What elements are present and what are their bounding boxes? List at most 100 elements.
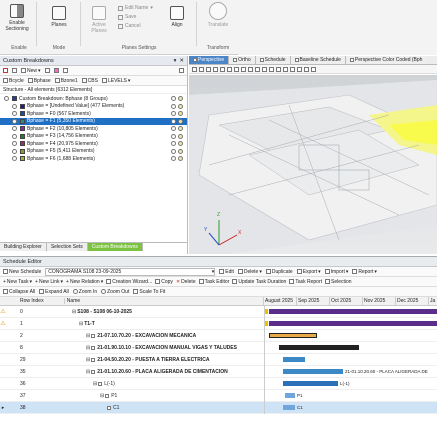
collapse-toggle-icon[interactable]: ⊟ — [79, 321, 83, 327]
info-icon[interactable] — [178, 126, 183, 132]
tab-schedule[interactable]: Schedule — [255, 56, 291, 64]
info-icon[interactable] — [178, 133, 183, 139]
gantt-bar[interactable] — [283, 404, 295, 410]
copy-button[interactable]: Copy — [155, 279, 173, 285]
tree-item[interactable]: Bphase = F2 (10,805 Elements) — [0, 125, 187, 133]
tab-baseline-schedule[interactable]: Baseline Schedule — [290, 56, 346, 64]
tab-selection-sets[interactable]: Selection Sets — [46, 243, 88, 251]
translate-button[interactable]: Translate — [203, 2, 233, 28]
collapse-toggle-icon[interactable]: ⊟ — [93, 381, 97, 387]
planes-button[interactable]: Planes — [46, 6, 72, 28]
color-icon[interactable] — [269, 66, 274, 72]
import-button[interactable]: Import ▾ — [324, 269, 348, 275]
gantt-bar[interactable] — [269, 332, 317, 338]
update-task-duration-button[interactable]: Update Task Duration — [232, 279, 286, 285]
lock-icon[interactable] — [171, 118, 176, 124]
settings-icon[interactable] — [297, 66, 302, 72]
info-icon[interactable] — [178, 96, 183, 102]
info-icon[interactable] — [178, 103, 183, 109]
column-header-row-index[interactable]: Row Index — [6, 298, 64, 304]
breakdown-tab-bphase[interactable]: Bphase — [27, 78, 51, 84]
color-swatch[interactable] — [20, 103, 25, 109]
visibility-icon[interactable] — [12, 141, 17, 147]
collapse-toggle-icon[interactable]: ⊟ — [86, 345, 90, 351]
new-schedule-button[interactable]: New Schedule — [3, 269, 41, 275]
gantt-bar[interactable] — [269, 320, 437, 326]
task-editor-button[interactable]: Task Editor — [198, 279, 229, 285]
collapse-toggle-icon[interactable]: ⊟ — [72, 309, 76, 315]
tree-item[interactable]: Bphase = F4 (20,975 Elements) — [0, 140, 187, 148]
new-task-button[interactable]: + New Task ▾ — [3, 279, 32, 285]
collapse-toggle-icon[interactable]: ⊟ — [86, 333, 90, 339]
info-icon[interactable] — [178, 156, 183, 162]
enable-sectioning-button[interactable]: Enable Sectioning — [4, 4, 30, 32]
color-swatch[interactable] — [20, 126, 25, 132]
gantt-bar[interactable] — [283, 368, 343, 374]
breakdown-tab-bcycle[interactable]: Bcycle — [3, 78, 24, 84]
walk-icon[interactable] — [241, 66, 246, 72]
gantt-bar[interactable] — [265, 320, 268, 326]
tree-item[interactable]: Bphase = F1 (5,350 Elements) — [0, 117, 187, 125]
pin-icon[interactable]: ▾ — [174, 58, 177, 64]
tree-item[interactable]: Bphase = F5 (5,411 Elements) — [0, 148, 187, 156]
table-row[interactable]: ⚠ 0 ⊟ S108 - S108 06-10-2025 — [0, 305, 437, 318]
info-icon[interactable] — [178, 111, 183, 117]
lock-icon[interactable] — [171, 126, 176, 132]
new-breakdown-button[interactable]: New ▾ — [21, 68, 41, 74]
measure-icon[interactable] — [276, 66, 281, 72]
rotate-icon[interactable] — [227, 66, 232, 72]
scale-to-fit-button[interactable]: Scale To Fit — [133, 289, 165, 295]
duplicate-schedule-button[interactable]: Duplicate — [265, 269, 293, 275]
lock-icon[interactable] — [171, 96, 176, 102]
report-button[interactable]: Report ▾ — [352, 269, 377, 275]
table-row[interactable]: 29 ⊟ 21-04.50.20.20 - PUESTA A TIERRA ELEC… — [0, 353, 437, 366]
tab-custom-breakdowns[interactable]: Custom Breakdowns — [87, 243, 143, 251]
visibility-icon[interactable] — [12, 111, 17, 117]
table-row[interactable]: 8 ⊟ 21-01.90.10.10 - EXCAVACION MANUAL VIG… — [0, 341, 437, 354]
section-icon[interactable] — [283, 66, 288, 72]
table-row[interactable]: 35 ⊟ 21-01.10.20.60 - PLACA ALIGERADA DE C… — [0, 365, 437, 378]
expand-all-button[interactable]: Expand All — [39, 289, 69, 295]
active-planes-button[interactable]: Active Planes — [86, 6, 112, 34]
schedule-select[interactable]: CONOGRAMA S108 23-09-2025 ▾ — [45, 267, 216, 276]
lock-icon[interactable] — [171, 111, 176, 117]
home-icon[interactable] — [255, 66, 260, 72]
lock-icon[interactable] — [171, 103, 176, 109]
info-icon[interactable] — [178, 148, 183, 154]
collapse-toggle-icon[interactable]: ⊟ — [86, 357, 90, 363]
tree-item[interactable]: Custom Breakdown: Bphase (8 Groups) — [0, 95, 187, 103]
edit-schedule-button[interactable]: Edit — [219, 269, 234, 275]
tree-item[interactable]: Bphase = F0 (567 Elements) — [0, 110, 187, 118]
tab-perspective-color-coded[interactable]: Perspective Color Coded (Bph — [345, 56, 427, 64]
selection-button[interactable]: Selection — [325, 279, 352, 285]
collapse-all-button[interactable]: Collapse All — [3, 289, 35, 295]
table-row[interactable]: 2 ⊟ 21-07.10.70.20 - EXCAVACION MECANICA — [0, 329, 437, 342]
color-swatch[interactable] — [20, 111, 25, 117]
tab-building-explorer[interactable]: Building Explorer — [0, 243, 47, 251]
cancel-button[interactable]: Cancel — [118, 22, 153, 30]
search-icon[interactable] — [220, 66, 225, 72]
gantt-bar[interactable] — [283, 380, 338, 386]
delete-schedule-button[interactable]: Delete ▾ — [237, 269, 262, 275]
color-swatch[interactable] — [20, 148, 25, 154]
visibility-icon[interactable] — [12, 156, 17, 162]
task-report-button[interactable]: Task Report — [289, 279, 322, 285]
render-icon[interactable] — [304, 66, 309, 72]
tree-item[interactable]: Bphase = F6 (1,688 Elements) — [0, 155, 187, 163]
color-button[interactable] — [53, 68, 59, 73]
new-relation-button[interactable]: + New Relation ▾ — [66, 279, 103, 285]
info-icon[interactable] — [178, 141, 183, 147]
color-swatch[interactable] — [12, 96, 17, 102]
gantt-bar[interactable] — [279, 344, 359, 350]
color-swatch[interactable] — [20, 133, 25, 139]
copy-breakdown-button[interactable] — [12, 68, 17, 73]
lock-icon[interactable] — [171, 133, 176, 139]
gantt-bar[interactable] — [285, 392, 295, 398]
grid-button[interactable] — [62, 68, 68, 73]
save-button[interactable]: Save — [118, 13, 153, 21]
lock-icon[interactable] — [171, 148, 176, 154]
gantt-bar[interactable] — [265, 308, 268, 314]
3d-viewport[interactable]: Z X Y — [189, 75, 437, 254]
creation-wizard-button[interactable]: Creation Wizard... — [106, 279, 152, 285]
visibility-icon[interactable] — [12, 126, 17, 132]
